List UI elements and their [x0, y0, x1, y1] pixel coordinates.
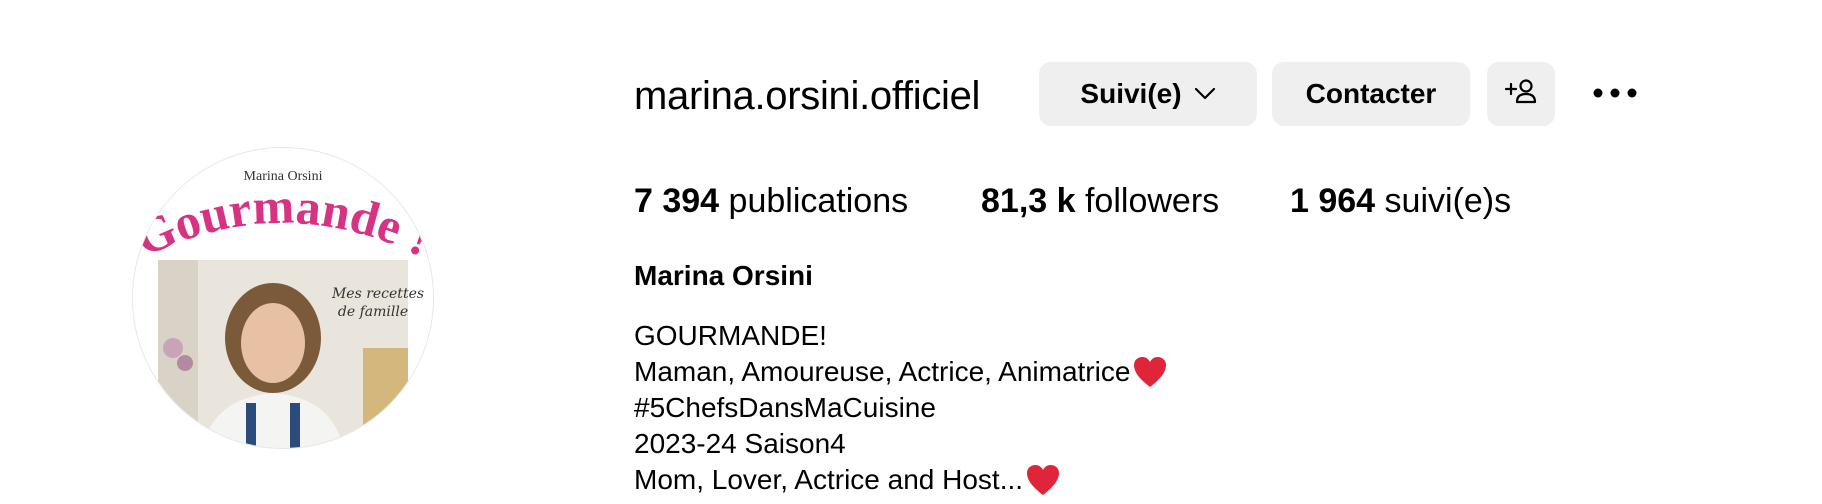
red-heart-icon: [1132, 355, 1168, 389]
profile-full-name: Marina Orsini: [634, 260, 813, 291]
avatar-image: Marina Orsini Gourmande ! Mes recettes d…: [133, 148, 433, 448]
avatar-script-text-1: Mes recettes: [331, 286, 424, 302]
following-button-label: Suivi(e): [1080, 78, 1182, 109]
following-label: suivi(e)s: [1384, 182, 1512, 220]
bio-line: Mom, Lover, Actrice and Host...: [634, 462, 1168, 498]
following-stat[interactable]: 1 964 suivi(e)s: [1290, 178, 1511, 224]
contact-button[interactable]: Contacter: [1272, 62, 1470, 126]
bio-text: GOURMANDE!: [634, 320, 827, 351]
bio-text: Mom, Lover, Actrice and Host...: [634, 464, 1024, 495]
more-options-button[interactable]: [1580, 70, 1650, 118]
profile-bio: GOURMANDE! Maman, Amoureuse, Actrice, An…: [634, 318, 1168, 498]
followers-label: followers: [1084, 182, 1220, 220]
more-options-icon: [1593, 85, 1637, 103]
posts-stat[interactable]: 7 394 publications: [634, 178, 908, 224]
posts-count: 7 394: [634, 182, 720, 220]
red-heart-icon: [1025, 463, 1061, 497]
suggested-accounts-button[interactable]: [1487, 62, 1555, 126]
following-count: 1 964: [1290, 182, 1376, 220]
bio-line: #5ChefsDansMaCuisine: [634, 390, 1168, 426]
contact-button-label: Contacter: [1305, 78, 1437, 109]
bio-text: 2023-24 Saison4: [634, 428, 846, 459]
following-button[interactable]: Suivi(e): [1039, 62, 1257, 126]
bio-text: Maman, Amoureuse, Actrice, Animatrice: [634, 356, 1131, 387]
bio-line: GOURMANDE!: [634, 318, 1168, 354]
bio-line: 2023-24 Saison4: [634, 426, 1168, 462]
followers-stat[interactable]: 81,3 k followers: [981, 178, 1219, 224]
profile-username: marina.orsini.officiel: [634, 74, 981, 118]
posts-label: publications: [728, 182, 909, 220]
profile-avatar[interactable]: Marina Orsini Gourmande ! Mes recettes d…: [133, 148, 433, 448]
followers-count: 81,3 k: [981, 182, 1076, 220]
chevron-down-icon: [1194, 87, 1216, 101]
bio-line: Maman, Amoureuse, Actrice, Animatrice: [634, 354, 1168, 390]
bio-hashtag[interactable]: #5ChefsDansMaCuisine: [634, 390, 936, 426]
avatar-script-text-2: de famille: [338, 304, 408, 320]
add-person-icon: [1504, 78, 1538, 111]
